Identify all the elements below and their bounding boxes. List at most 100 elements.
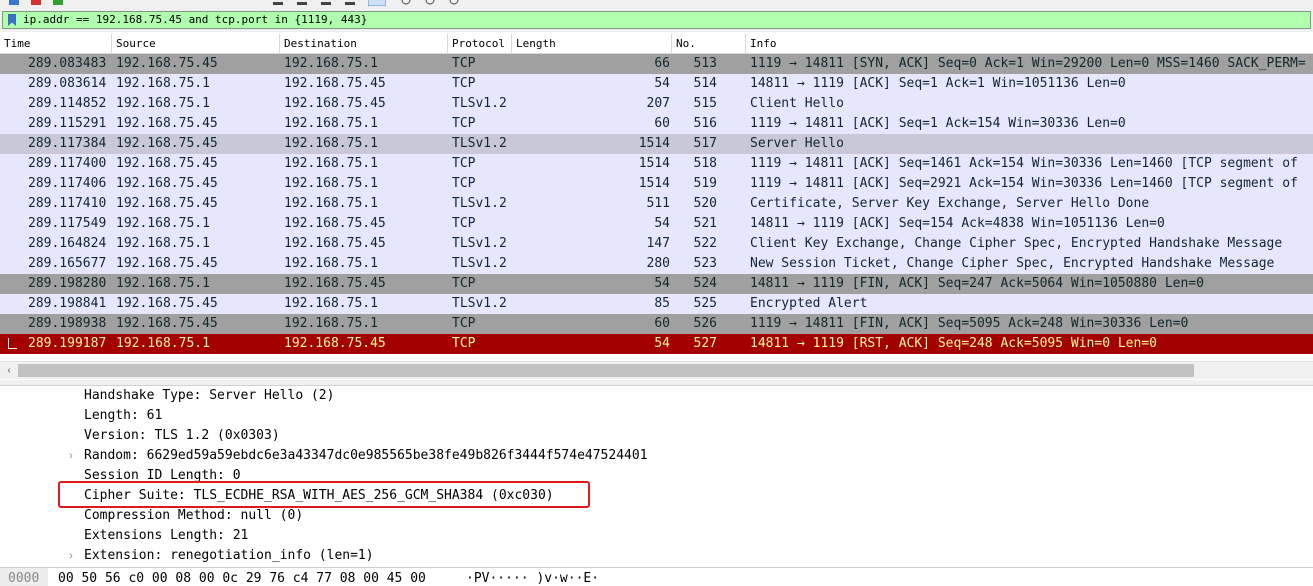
stop-capture-icon[interactable] [30, 0, 42, 6]
packet-cell-info: 1119 → 14811 [FIN, ACK] Seq=5095 Ack=248… [750, 316, 1189, 331]
packet-cell-info: Certificate, Server Key Exchange, Server… [750, 196, 1150, 211]
packet-cell-source: 192.168.75.45 [116, 296, 218, 311]
packet-row[interactable]: 289.198280 192.168.75.1 192.168.75.45 TCP 54… [0, 274, 1313, 294]
packet-row[interactable]: 289.117384 192.168.75.45 192.168.75.1 TLSv1… [0, 134, 1313, 154]
packet-cell-destination: 192.168.75.1 [284, 296, 378, 311]
column-header-length[interactable]: Length [512, 34, 672, 53]
packet-cell-destination: 192.168.75.45 [284, 216, 386, 231]
packet-cell-no: 520 [693, 196, 717, 211]
packet-cell-source: 192.168.75.1 [116, 276, 210, 291]
packet-row[interactable]: 289.198841 192.168.75.45 192.168.75.1 TLSv1… [0, 294, 1313, 314]
bookmark-icon[interactable] [7, 14, 17, 26]
packet-cell-source: 192.168.75.1 [116, 236, 210, 251]
packet-cell-protocol: TCP [452, 156, 476, 171]
packet-cell-protocol: TLSv1.2 [452, 96, 507, 111]
packet-row[interactable]: 289.164824 192.168.75.1 192.168.75.45 TLSv1… [0, 234, 1313, 254]
packet-cell-destination: 192.168.75.1 [284, 196, 378, 211]
packet-cell-source: 192.168.75.45 [116, 116, 218, 131]
packet-row[interactable]: 289.083614 192.168.75.1 192.168.75.45 TCP 54… [0, 74, 1313, 94]
display-filter-input[interactable]: ip.addr == 192.168.75.45 and tcp.port in… [2, 11, 1311, 29]
packet-cell-time: 289.117410 [28, 196, 107, 211]
packet-cell-protocol: TCP [452, 216, 476, 231]
column-header-info[interactable]: Info [746, 34, 1313, 53]
expand-chevron-icon[interactable]: › [66, 546, 76, 566]
detail-field[interactable]: Version: TLS 1.2 (0x0303) [84, 426, 280, 446]
packet-cell-length: 85 [654, 296, 670, 311]
packet-cell-no: 521 [693, 216, 717, 231]
bytes-ascii[interactable]: ·PV····· )v·w··E· [466, 568, 599, 586]
packet-bytes: 0000 00 50 56 c0 00 08 00 0c 29 76 c4 77… [0, 567, 1313, 586]
packet-row[interactable]: 289.117406 192.168.75.45 192.168.75.1 TCP 15… [0, 174, 1313, 194]
packet-cell-time: 289.117549 [28, 216, 107, 231]
expand-chevron-icon[interactable]: › [66, 446, 76, 466]
packet-cell-source: 192.168.75.45 [116, 316, 218, 331]
packet-cell-time: 289.114852 [28, 96, 107, 111]
bytes-hex[interactable]: 00 50 56 c0 00 08 00 0c 29 76 c4 77 08 0… [58, 568, 426, 586]
detail-field[interactable]: Handshake Type: Server Hello (2) [84, 386, 334, 406]
packet-row[interactable]: 289.115291 192.168.75.45 192.168.75.1 TCP 60… [0, 114, 1313, 134]
packet-cell-length: 280 [646, 256, 670, 271]
packet-row[interactable]: 289.198938 192.168.75.45 192.168.75.1 TCP 60… [0, 314, 1313, 334]
packet-cell-protocol: TCP [452, 116, 476, 131]
zoom-in-icon[interactable] [400, 0, 412, 6]
packet-row[interactable]: 289.117549 192.168.75.1 192.168.75.45 TCP 54… [0, 214, 1313, 234]
restart-capture-icon[interactable] [52, 0, 64, 6]
auto-scroll-icon[interactable] [320, 0, 332, 6]
packet-cell-destination: 192.168.75.1 [284, 156, 378, 171]
packet-cell-no: 514 [693, 76, 717, 91]
packet-cell-destination: 192.168.75.45 [284, 236, 386, 251]
packet-cell-source: 192.168.75.1 [116, 336, 210, 351]
packet-cell-length: 54 [654, 276, 670, 291]
cipher-suite-highlight [58, 481, 590, 508]
shark-fin-icon[interactable] [8, 0, 20, 6]
packet-cell-info: 14811 → 1119 [RST, ACK] Seq=248 Ack=5095… [750, 336, 1157, 351]
zoom-out-icon[interactable] [424, 0, 436, 6]
column-header-no[interactable]: No. [672, 34, 746, 53]
packet-cell-protocol: TCP [452, 276, 476, 291]
scrollbar-thumb[interactable] [18, 364, 1194, 377]
packet-cell-time: 289.165677 [28, 256, 107, 271]
detail-field[interactable]: Compression Method: null (0) [84, 506, 303, 526]
packet-row[interactable]: 289.165677 192.168.75.45 192.168.75.1 TLSv1… [0, 254, 1313, 274]
column-header-source[interactable]: Source [112, 34, 280, 53]
packet-cell-info: Encrypted Alert [750, 296, 868, 311]
packet-cell-source: 192.168.75.45 [116, 156, 218, 171]
column-header-protocol[interactable]: Protocol [448, 34, 512, 53]
go-first-icon[interactable] [272, 0, 284, 6]
packet-row[interactable]: 289.117410 192.168.75.45 192.168.75.1 TLSv1… [0, 194, 1313, 214]
packet-row[interactable]: 289.199187 192.168.75.1 192.168.75.45 TCP 54… [0, 334, 1313, 354]
packet-cell-length: 66 [654, 56, 670, 71]
packet-cell-destination: 192.168.75.45 [284, 336, 386, 351]
detail-field[interactable]: Random: 6629ed59a59ebdc6e3a43347dc0e9855… [84, 446, 648, 466]
go-last-icon[interactable] [296, 0, 308, 6]
packet-cell-no: 516 [693, 116, 717, 131]
packet-cell-time: 289.198280 [28, 276, 107, 291]
detail-field[interactable]: Length: 61 [84, 406, 162, 426]
packet-cell-info: 14811 → 1119 [FIN, ACK] Seq=247 Ack=5064… [750, 276, 1204, 291]
packet-row[interactable]: 289.117400 192.168.75.45 192.168.75.1 TCP 15… [0, 154, 1313, 174]
colorize-toggle-icon[interactable] [368, 0, 386, 6]
packet-cell-source: 192.168.75.45 [116, 196, 218, 211]
colorize-icon[interactable] [344, 0, 356, 6]
packet-list-hscrollbar[interactable]: ‹ [0, 361, 1313, 379]
packet-cell-protocol: TLSv1.2 [452, 296, 507, 311]
packet-row[interactable]: 289.114852 192.168.75.1 192.168.75.45 TLSv1… [0, 94, 1313, 114]
packet-cell-destination: 192.168.75.1 [284, 116, 378, 131]
zoom-reset-icon[interactable] [448, 0, 460, 6]
related-packet-marker-icon [8, 338, 17, 349]
column-header-destination[interactable]: Destination [280, 34, 448, 53]
packet-cell-protocol: TLSv1.2 [452, 136, 507, 151]
bytes-offset: 0000 [0, 568, 48, 586]
packet-cell-no: 522 [693, 236, 717, 251]
scroll-left-icon[interactable]: ‹ [2, 363, 16, 378]
display-filter-text: ip.addr == 192.168.75.45 and tcp.port in… [23, 13, 368, 26]
packet-cell-source: 192.168.75.45 [116, 136, 218, 151]
packet-cell-protocol: TCP [452, 76, 476, 91]
detail-field[interactable]: Extensions Length: 21 [84, 526, 248, 546]
packet-cell-protocol: TCP [452, 336, 476, 351]
column-header-time[interactable]: Time [0, 34, 112, 53]
packet-cell-no: 518 [693, 156, 717, 171]
packet-cell-protocol: TLSv1.2 [452, 236, 507, 251]
packet-row[interactable]: 289.083483 192.168.75.45 192.168.75.1 TCP 66… [0, 54, 1313, 74]
detail-field[interactable]: Extension: renegotiation_info (len=1) [84, 546, 374, 566]
